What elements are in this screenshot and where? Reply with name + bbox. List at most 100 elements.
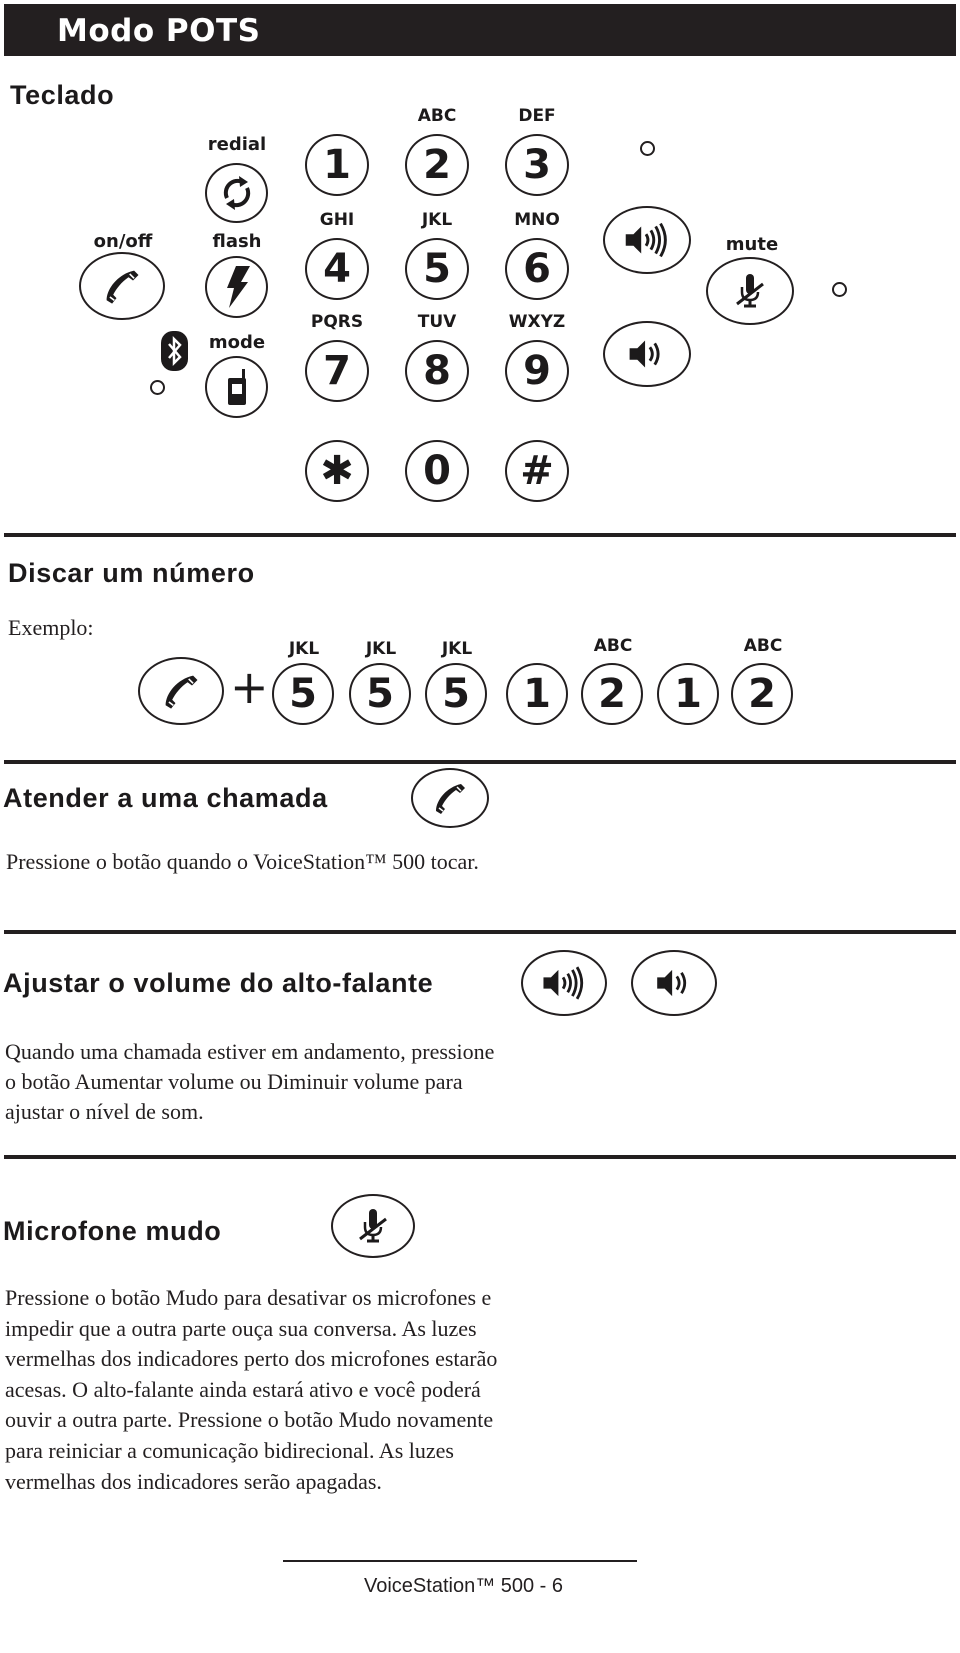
key-digit: # (520, 448, 554, 494)
page-footer: VoiceStation™ 500 - 6 (364, 1575, 564, 1597)
mute-text-line: vermelhas dos indicadores perto dos micr… (5, 1346, 498, 1371)
keypad-key[interactable]: 6 (505, 238, 569, 300)
dial-key-digit: 2 (748, 671, 776, 717)
dial-key-letters: JKL (441, 639, 473, 659)
volume-text-line: ajustar o nível de som. (5, 1099, 204, 1124)
keypad-heading: Teclado (10, 80, 115, 110)
mute-button[interactable] (706, 257, 794, 325)
volume-down-icon-button (631, 950, 717, 1016)
volume-text-line: o botão Aumentar volume ou Diminuir volu… (5, 1069, 463, 1094)
volume-heading: Ajustar o volume do alto-falante (3, 968, 434, 998)
dial-key-digit: 1 (674, 671, 702, 717)
key-digit: 3 (523, 142, 551, 188)
keypad-key[interactable]: 2 (405, 134, 469, 196)
key-digit: 9 (523, 348, 551, 394)
dial-key-digit: 5 (289, 671, 317, 717)
key-letters: JKL (421, 210, 453, 230)
mute-text-line: vermelhas dos indicadores serão apagadas… (5, 1469, 382, 1494)
dial-key-digit: 1 (523, 671, 551, 717)
mode-label: mode (208, 332, 266, 353)
key-digit: 4 (323, 246, 351, 292)
keypad-key[interactable]: 9 (505, 340, 569, 402)
dial-key-letters: ABC (593, 636, 633, 656)
volume-text-line: Quando uma chamada estiver em andamento,… (5, 1039, 495, 1064)
bluetooth-icon (161, 331, 188, 371)
flash-button[interactable] (205, 256, 268, 318)
answer-text: Pressione o botão quando o VoiceStation™… (6, 849, 479, 874)
keypad-key[interactable]: # (505, 440, 569, 502)
section-divider (4, 760, 956, 764)
section-divider (4, 1155, 956, 1159)
keypad-key[interactable]: 1 (305, 134, 369, 196)
dial-key: 5 (272, 663, 334, 725)
phone-icon (430, 778, 470, 818)
mute-microphone-icon (730, 271, 770, 311)
keypad-key[interactable]: 0 (405, 440, 469, 502)
mute-text-line: ouvir a outra parte. Pressione o botão M… (5, 1407, 494, 1432)
footer-divider (283, 1560, 637, 1562)
example-label: Exemplo: (8, 615, 94, 640)
mute-microphone-icon (353, 1206, 393, 1246)
keypad-key[interactable]: ✱ (305, 440, 369, 502)
key-letters: DEF (518, 106, 556, 126)
redial-icon (220, 174, 254, 212)
key-letters: ABC (417, 106, 457, 126)
indicator-light-top (640, 141, 655, 156)
keypad-key[interactable]: 4 (305, 238, 369, 300)
volume-up-icon-button (521, 950, 607, 1016)
page-title: Modo POTS (57, 13, 261, 49)
on-off-button[interactable] (79, 252, 165, 320)
key-letters: PQRS (310, 312, 364, 332)
redial-label: redial (207, 134, 267, 155)
dial-key: 2 (731, 663, 793, 725)
volume-up-icon (618, 220, 676, 260)
keypad-key[interactable]: 7 (305, 340, 369, 402)
section-divider (4, 930, 956, 934)
volume-down-icon (646, 963, 702, 1003)
mute-text-line: impedir que a outra parte ouça sua conve… (5, 1316, 477, 1341)
key-digit: 0 (423, 448, 451, 494)
dial-key: 1 (506, 663, 568, 725)
phone-icon (100, 264, 144, 308)
phone-icon (159, 669, 203, 713)
dial-key-letters: ABC (743, 636, 783, 656)
dial-key: 2 (581, 663, 643, 725)
key-digit: 5 (423, 246, 451, 292)
keypad-key[interactable]: 8 (405, 340, 469, 402)
dial-key: 1 (657, 663, 719, 725)
key-digit: 6 (523, 246, 551, 292)
dial-key: 5 (349, 663, 411, 725)
key-letters: MNO (514, 210, 560, 230)
mute-label: mute (725, 234, 779, 255)
mode-button[interactable] (205, 356, 268, 418)
keypad-key[interactable]: 5 (405, 238, 469, 300)
dial-key-digit: 5 (366, 671, 394, 717)
key-digit: 8 (423, 348, 451, 394)
mute-text-line: para reiniciar a comunicação bidireciona… (5, 1438, 454, 1463)
key-digit: ✱ (320, 448, 354, 494)
answer-heading: Atender a uma chamada (3, 783, 328, 813)
dial-heading: Discar um número (8, 558, 255, 588)
volume-up-button[interactable] (603, 206, 691, 274)
example-phone-button (138, 657, 224, 725)
redial-button[interactable] (205, 163, 268, 223)
mute-heading: Microfone mudo (3, 1216, 222, 1246)
mute-text-line: acesas. O alto-falante ainda estará ativ… (5, 1377, 481, 1402)
plus-sign: + (230, 660, 269, 714)
key-letters: GHI (319, 210, 355, 230)
mobile-phone-icon (224, 367, 250, 407)
bluetooth-indicator-light (150, 380, 165, 395)
key-digit: 7 (323, 348, 351, 394)
section-divider (4, 533, 956, 537)
keypad-key[interactable]: 3 (505, 134, 569, 196)
flash-icon (222, 264, 252, 310)
key-letters: TUV (417, 312, 457, 332)
key-letters: WXYZ (508, 312, 566, 332)
volume-up-icon (536, 963, 592, 1003)
dial-key: 5 (425, 663, 487, 725)
volume-down-button[interactable] (603, 321, 691, 387)
dial-key-digit: 5 (442, 671, 470, 717)
dial-key-letters: JKL (288, 639, 320, 659)
dial-key-digit: 2 (598, 671, 626, 717)
answer-phone-button (411, 768, 489, 828)
